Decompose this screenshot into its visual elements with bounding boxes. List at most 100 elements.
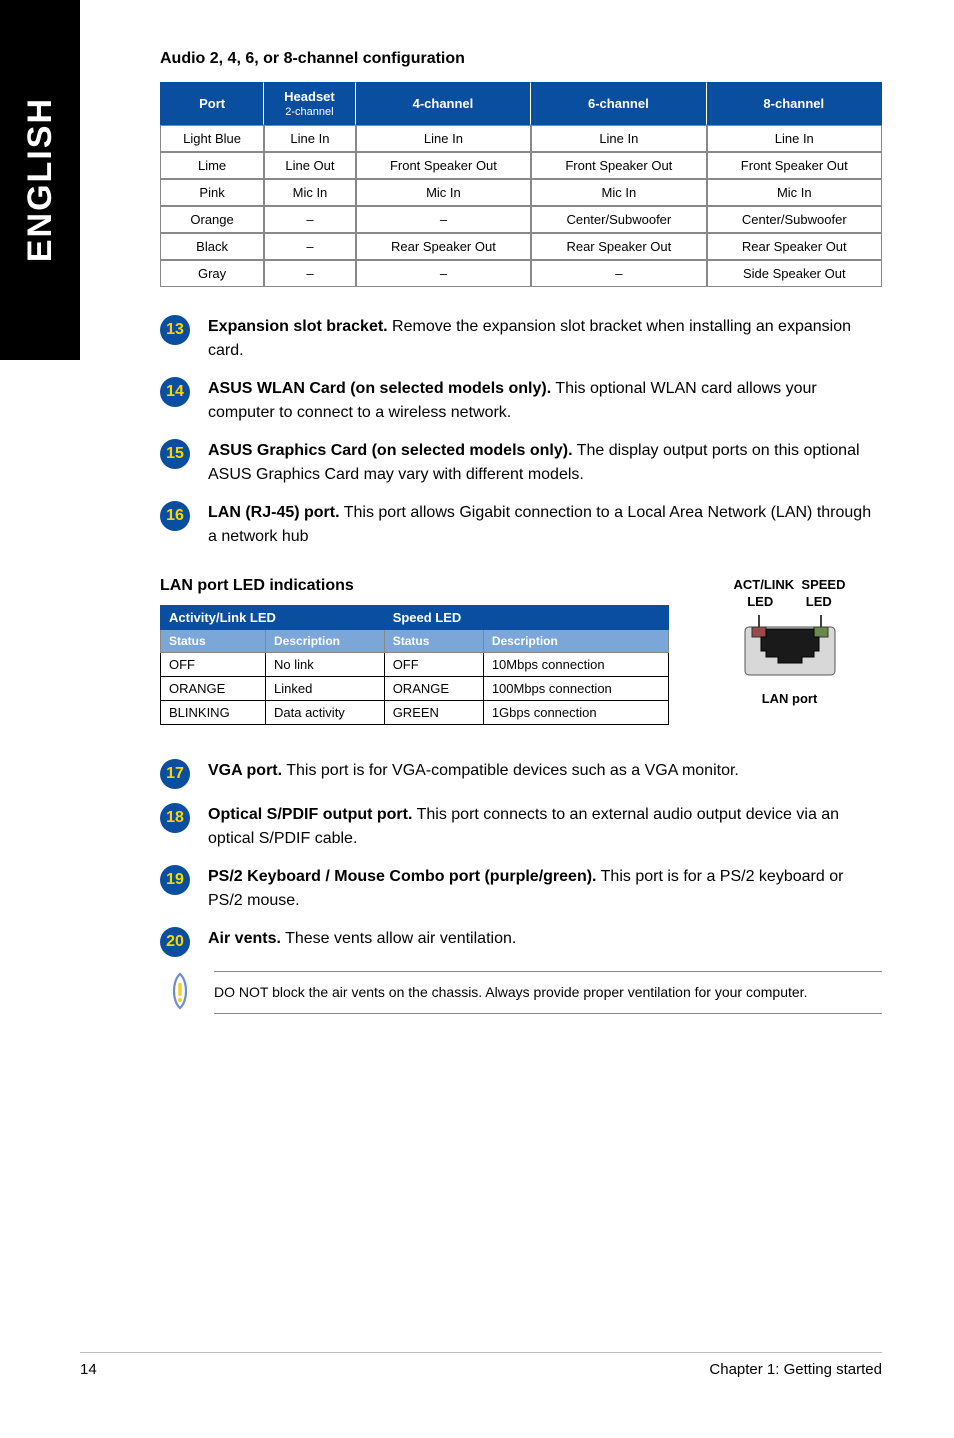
table-cell: –	[356, 206, 531, 233]
bullet-text: Air vents. These vents allow air ventila…	[208, 927, 882, 951]
table-row: ORANGELinkedORANGE100Mbps connection	[161, 677, 669, 701]
bullet-row: 18 Optical S/PDIF output port. This port …	[160, 803, 882, 851]
table-cell: Rear Speaker Out	[707, 233, 882, 260]
table-cell: Rear Speaker Out	[531, 233, 706, 260]
table-cell: OFF	[384, 653, 483, 677]
lan-area: LAN port LED indications Activity/Link L…	[160, 577, 882, 725]
table-cell: Line In	[264, 125, 356, 152]
lan-sub-desc-2: Description	[483, 630, 668, 653]
th-8ch: 8-channel	[707, 82, 882, 125]
page-footer: 14 Chapter 1: Getting started	[80, 1352, 882, 1378]
language-label: ENGLISH	[21, 97, 60, 262]
table-cell: –	[264, 206, 356, 233]
table-cell: ORANGE	[384, 677, 483, 701]
bullet-row: 20 Air vents. These vents allow air venti…	[160, 927, 882, 957]
table-row: LimeLine OutFront Speaker OutFront Speak…	[160, 152, 882, 179]
lan-sub-status-2: Status	[384, 630, 483, 653]
th-4ch: 4-channel	[356, 82, 531, 125]
lan-sub-status-1: Status	[161, 630, 266, 653]
table-cell: Line In	[356, 125, 531, 152]
bullet-badge: 18	[160, 803, 190, 833]
lan-port-icon	[735, 615, 845, 685]
th-port: Port	[160, 82, 264, 125]
bullet-text: ASUS WLAN Card (on selected models only)…	[208, 377, 882, 425]
table-cell: Orange	[160, 206, 264, 233]
table-cell: –	[356, 260, 531, 287]
bullet-text: Optical S/PDIF output port. This port co…	[208, 803, 882, 851]
warning-icon	[160, 971, 200, 1011]
bullet-badge: 19	[160, 865, 190, 895]
bullet-row: 16 LAN (RJ-45) port. This port allows Gig…	[160, 501, 882, 549]
page-content: Audio 2, 4, 6, or 8-channel configuratio…	[160, 0, 882, 1014]
table-cell: Pink	[160, 179, 264, 206]
table-cell: Light Blue	[160, 125, 264, 152]
table-cell: No link	[266, 653, 385, 677]
table-cell: Front Speaker Out	[531, 152, 706, 179]
bullet-badge: 17	[160, 759, 190, 789]
bullet-row: 19 PS/2 Keyboard / Mouse Combo port (purp…	[160, 865, 882, 913]
table-cell: Side Speaker Out	[707, 260, 882, 287]
bullet-badge: 20	[160, 927, 190, 957]
table-cell: –	[531, 260, 706, 287]
table-cell: 10Mbps connection	[483, 653, 668, 677]
table-cell: Line In	[531, 125, 706, 152]
lan-diagram: ACT/LINK SPEED LED LED LAN port	[697, 577, 882, 706]
table-cell: 1Gbps connection	[483, 701, 668, 725]
lan-group-act: Activity/Link LED	[161, 606, 385, 630]
note-text: DO NOT block the air vents on the chassi…	[214, 971, 882, 1014]
lan-port-label: LAN port	[697, 691, 882, 706]
bullet-badge: 16	[160, 501, 190, 531]
th-headset: Headset 2-channel	[264, 82, 356, 125]
table-cell: Black	[160, 233, 264, 260]
table-row: Black–Rear Speaker OutRear Speaker OutRe…	[160, 233, 882, 260]
page-number: 14	[80, 1361, 97, 1378]
chapter-label: Chapter 1: Getting started	[709, 1361, 882, 1378]
table-row: PinkMic InMic InMic InMic In	[160, 179, 882, 206]
bullet-row: 13 Expansion slot bracket. Remove the exp…	[160, 315, 882, 363]
table-cell: Front Speaker Out	[356, 152, 531, 179]
table-cell: Mic In	[707, 179, 882, 206]
table-row: Light BlueLine InLine InLine InLine In	[160, 125, 882, 152]
table-row: BLINKINGData activityGREEN1Gbps connecti…	[161, 701, 669, 725]
table-cell: Line Out	[264, 152, 356, 179]
language-tab: ENGLISH	[0, 0, 80, 360]
audio-config-table: Port Headset 2-channel 4-channel 6-chann…	[160, 82, 882, 287]
bullet-text: ASUS Graphics Card (on selected models o…	[208, 439, 882, 487]
table-cell: Front Speaker Out	[707, 152, 882, 179]
bullet-group-1: 13 Expansion slot bracket. Remove the exp…	[160, 315, 882, 549]
table-cell: Lime	[160, 152, 264, 179]
table-cell: Mic In	[531, 179, 706, 206]
th-6ch: 6-channel	[531, 82, 706, 125]
bullet-row: 14 ASUS WLAN Card (on selected models onl…	[160, 377, 882, 425]
bullet-badge: 13	[160, 315, 190, 345]
table-cell: Center/Subwoofer	[707, 206, 882, 233]
table-cell: Mic In	[264, 179, 356, 206]
table-row: Gray–––Side Speaker Out	[160, 260, 882, 287]
table-cell: Line In	[707, 125, 882, 152]
bullet-badge: 15	[160, 439, 190, 469]
table-cell: –	[264, 233, 356, 260]
table-cell: 100Mbps connection	[483, 677, 668, 701]
bullet-badge: 14	[160, 377, 190, 407]
bullet-text: VGA port. This port is for VGA-compatibl…	[208, 759, 882, 783]
audio-config-title: Audio 2, 4, 6, or 8-channel configuratio…	[160, 50, 882, 68]
table-row: OFFNo linkOFF10Mbps connection	[161, 653, 669, 677]
table-cell: Mic In	[356, 179, 531, 206]
table-cell: –	[264, 260, 356, 287]
table-cell: Rear Speaker Out	[356, 233, 531, 260]
lan-title: LAN port LED indications	[160, 577, 669, 595]
bullet-text: Expansion slot bracket. Remove the expan…	[208, 315, 882, 363]
bullet-row: 15 ASUS Graphics Card (on selected models…	[160, 439, 882, 487]
table-cell: Data activity	[266, 701, 385, 725]
bullet-row: 17 VGA port. This port is for VGA-compati…	[160, 759, 882, 789]
lan-table: Activity/Link LED Speed LED Status Descr…	[160, 605, 669, 725]
bullet-text: LAN (RJ-45) port. This port allows Gigab…	[208, 501, 882, 549]
table-cell: BLINKING	[161, 701, 266, 725]
lan-sub-desc-1: Description	[266, 630, 385, 653]
table-cell: ORANGE	[161, 677, 266, 701]
table-row: Orange––Center/SubwooferCenter/Subwoofer	[160, 206, 882, 233]
bullet-group-2: 17 VGA port. This port is for VGA-compati…	[160, 759, 882, 957]
bullet-text: PS/2 Keyboard / Mouse Combo port (purple…	[208, 865, 882, 913]
lan-group-speed: Speed LED	[384, 606, 668, 630]
table-cell: Gray	[160, 260, 264, 287]
